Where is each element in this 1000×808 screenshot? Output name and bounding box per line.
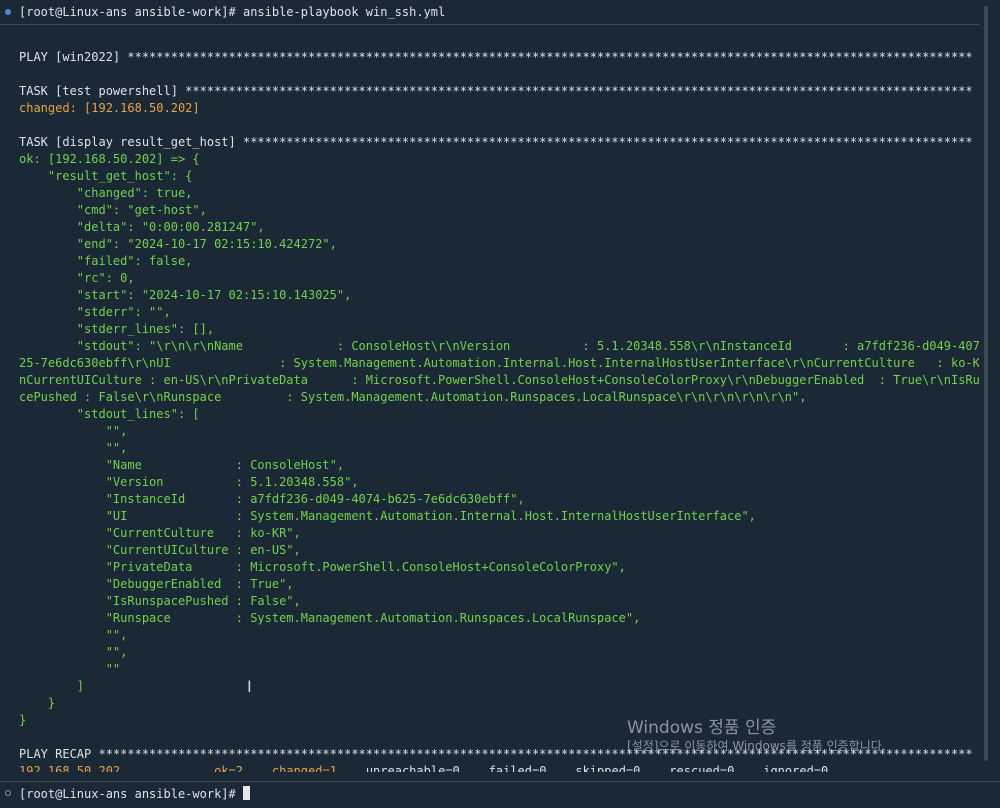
prompt-status-icon — [5, 790, 11, 796]
shell-prompt[interactable]: [root@Linux-ans ansible-work]# — [19, 786, 250, 801]
recap-ignored: ignored=0 — [763, 764, 829, 772]
output-line: "stderr_lines": [], — [19, 322, 215, 336]
recap-changed: changed=1 — [271, 764, 337, 772]
recap-skipped: skipped=0 — [575, 764, 641, 772]
output-line: "", — [19, 441, 128, 455]
output-line: ] — [19, 679, 85, 693]
recap-host: 192.168.50.202 — [19, 764, 121, 772]
output-line: "rc": 0, — [19, 271, 135, 285]
output-line: } — [19, 696, 56, 710]
recap-rescued: rescued=0 — [669, 764, 735, 772]
output-line: "", — [19, 628, 128, 642]
output-line: "IsRunspacePushed : False", — [19, 594, 301, 608]
output-line: "" — [19, 662, 121, 676]
output-line: TASK [display result_get_host] *********… — [19, 135, 973, 149]
prompt-bar[interactable]: [root@Linux-ans ansible-work]# — [0, 781, 1000, 808]
output-line: "stdout": "\r\n\r\nName : ConsoleHost\r\… — [19, 339, 979, 353]
output-line: "Name : ConsoleHost", — [19, 458, 345, 472]
output-line: "start": "2024-10-17 02:15:10.143025", — [19, 288, 352, 302]
output-line: "end": "2024-10-17 02:15:10.424272", — [19, 237, 337, 251]
output-line: "result_get_host": { — [19, 169, 193, 183]
output-line: "delta": "0:00:00.281247", — [19, 220, 265, 234]
output-line: "Version : 5.1.20348.558", — [19, 475, 359, 489]
scrollbar-thumb[interactable] — [984, 6, 988, 761]
output-line: "changed": true, — [19, 186, 193, 200]
output-line: "PrivateData : Microsoft.PowerShell.Cons… — [19, 560, 626, 574]
output-line: "Runspace : System.Management.Automation… — [19, 611, 641, 625]
recap-failed: failed=0 — [488, 764, 547, 772]
vertical-scrollbar[interactable] — [980, 0, 1000, 775]
output-line: nCurrentUICulture : en-US\r\nPrivateData… — [19, 373, 979, 387]
top-command-bar: [root@Linux-ans ansible-work]# ansible-p… — [0, 0, 1000, 25]
prompt-text: [root@Linux-ans ansible-work]# — [19, 787, 243, 801]
output-line: "CurrentCulture : ko-KR", — [19, 526, 301, 540]
output-line: TASK [test powershell] *****************… — [19, 84, 973, 98]
output-line: ok: [192.168.50.202] => { — [19, 152, 200, 166]
output-line: "", — [19, 424, 128, 438]
recap-unreachable: unreachable=0 — [365, 764, 460, 772]
output-line: "stderr": "", — [19, 305, 171, 319]
output-line: "DebuggerEnabled : True", — [19, 577, 294, 591]
text-cursor-icon: I — [247, 677, 252, 696]
output-line: } — [19, 713, 27, 727]
output-line: 25-7e6dc630ebff\r\nUI : System.Managemen… — [19, 356, 979, 370]
output-line: "failed": false, — [19, 254, 193, 268]
output-line: "cmd": "get-host", — [19, 203, 207, 217]
output-line: "CurrentUICulture : en-US", — [19, 543, 301, 557]
output-line: "stdout_lines": [ — [19, 407, 200, 421]
output-line: "InstanceId : a7fdf236-d049-4074-b625-7e… — [19, 492, 525, 506]
cursor-block — [242, 786, 250, 800]
terminal-output[interactable]: PLAY [win2022] *************************… — [19, 32, 979, 772]
recap-ok: ok=2 — [214, 764, 243, 772]
executed-command: [root@Linux-ans ansible-work]# ansible-p… — [19, 5, 446, 19]
output-line: "UI : System.Management.Automation.Inter… — [19, 509, 756, 523]
output-line: PLAY [win2022] *************************… — [19, 50, 973, 64]
output-line: "", — [19, 645, 128, 659]
recap-row: 192.168.50.202 ok=2 changed=1 unreachabl… — [19, 763, 979, 772]
status-dot-icon — [5, 9, 11, 15]
output-line: PLAY RECAP *****************************… — [19, 747, 973, 761]
output-line: changed: [192.168.50.202] — [19, 101, 200, 115]
output-line: cePushed : False\r\nRunspace : System.Ma… — [19, 390, 807, 404]
